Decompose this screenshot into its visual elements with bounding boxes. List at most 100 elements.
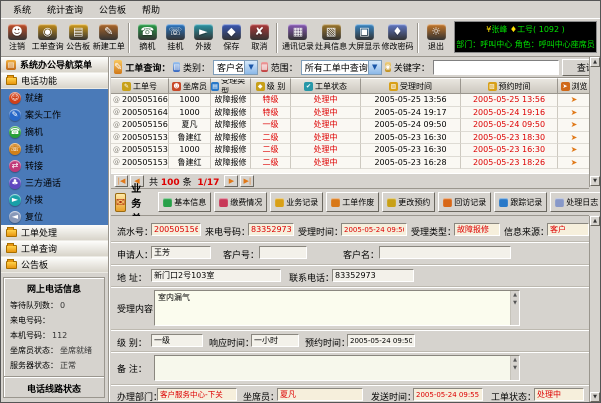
browse-pointer-icon[interactable]: ➤ bbox=[571, 158, 578, 167]
toolbar-hangup-button[interactable]: ☏挂机 bbox=[161, 23, 189, 53]
column-header-3[interactable]: ◆级 别 bbox=[251, 78, 291, 94]
response-time-field[interactable] bbox=[251, 334, 299, 347]
customer-no-field[interactable] bbox=[259, 246, 307, 259]
browse-pointer-icon[interactable]: ➤ bbox=[571, 120, 578, 129]
toolbar-logout-button[interactable]: ☻注销 bbox=[3, 23, 31, 53]
menu-item-1[interactable]: 统计查询 bbox=[39, 1, 91, 18]
keyword-input[interactable] bbox=[433, 60, 559, 75]
address-field[interactable] bbox=[151, 269, 281, 282]
table-row[interactable]: @2005051537 鲁建红 故障报修 二级 处理中 2005-05-23 1… bbox=[111, 157, 591, 170]
scroll-up-icon[interactable]: ▲ bbox=[590, 57, 600, 67]
browse-pointer-icon[interactable]: ➤ bbox=[571, 145, 578, 154]
toolbar-big-screen-button[interactable]: ▣大屏显示 bbox=[348, 23, 381, 53]
serial-field[interactable] bbox=[151, 223, 201, 236]
sidebar-item-hangup[interactable]: ☏挂机 bbox=[1, 140, 108, 157]
scrollbar[interactable]: ▲▼ bbox=[510, 356, 519, 380]
applicant-field[interactable] bbox=[151, 246, 211, 259]
column-header-7[interactable]: ➤浏览 bbox=[558, 78, 591, 94]
toolbar-new-order-button[interactable]: ✎新建工单 bbox=[92, 23, 125, 53]
toolbar-stove-info-button[interactable]: ▧灶具信息 bbox=[315, 23, 348, 53]
sidebar-group-3[interactable]: 公告板 bbox=[1, 257, 108, 273]
toolbar-order-search-button[interactable]: ◉工单查询 bbox=[31, 23, 64, 53]
content-textarea[interactable]: 室内漏气▲▼ bbox=[154, 290, 520, 326]
sidebar-group-1[interactable]: 工单处理 bbox=[1, 225, 108, 241]
cell-browse[interactable]: ➤ bbox=[558, 107, 591, 120]
appoint-time-field[interactable] bbox=[347, 334, 415, 347]
payment-status-button[interactable]: 缴费情况 bbox=[214, 192, 267, 212]
sidebar-item-three-way-call[interactable]: ♣三方通话 bbox=[1, 174, 108, 191]
column-header-0[interactable]: ✎工单号 bbox=[111, 78, 169, 94]
toolbar-exit-button[interactable]: ☼退出 bbox=[422, 23, 450, 53]
contact-phone-field[interactable] bbox=[332, 269, 414, 282]
cell-browse[interactable]: ➤ bbox=[558, 94, 591, 107]
menu-item-3[interactable]: 帮助 bbox=[134, 1, 168, 18]
toolbar-bulletin-button[interactable]: ▤公告板 bbox=[64, 23, 92, 53]
agent-field[interactable] bbox=[277, 388, 363, 401]
basic-info-button[interactable]: 基本信息 bbox=[158, 192, 211, 212]
sidebar-item-ready[interactable]: ☺就绪 bbox=[1, 89, 108, 106]
scope-select[interactable]: 所有工单中查询▼ bbox=[301, 60, 382, 75]
level-field[interactable] bbox=[151, 334, 203, 347]
send-time-field[interactable] bbox=[413, 388, 483, 401]
sidebar-group-0[interactable]: 电话功能 bbox=[1, 73, 108, 89]
column-header-5[interactable]: ▨受理时间 bbox=[361, 78, 461, 94]
column-header-1[interactable]: ☻坐席员 bbox=[169, 78, 211, 94]
table-row[interactable]: @2005051640 1000 故障报修 特级 处理中 2005-05-24 … bbox=[111, 107, 591, 120]
void-order-button[interactable]: 工单作废 bbox=[326, 192, 379, 212]
cell-appoint-time: 2005-05-23 18:30 bbox=[461, 132, 558, 145]
change-appointment-button[interactable]: 更改预约 bbox=[382, 192, 435, 212]
sidebar-item-offhook[interactable]: ☎摘机 bbox=[1, 123, 108, 140]
column-header-4[interactable]: ✔工单状态 bbox=[291, 78, 361, 94]
business-record-button[interactable]: 业务记录 bbox=[270, 192, 323, 212]
tracking-record-button[interactable]: 跟踪记录 bbox=[494, 192, 547, 212]
chevron-down-icon[interactable]: ▼ bbox=[368, 61, 381, 74]
menu-item-0[interactable]: 系统 bbox=[5, 1, 39, 18]
scroll-down-icon[interactable]: ▼ bbox=[590, 392, 600, 402]
form-scrollbar[interactable]: ▲ ▼ bbox=[589, 216, 600, 402]
scrollbar[interactable]: ▲▼ bbox=[510, 291, 519, 325]
toolbar-dialout-button[interactable]: ►外拨 bbox=[189, 23, 217, 53]
browse-pointer-icon[interactable]: ➤ bbox=[571, 95, 578, 104]
toolbar-change-password-button[interactable]: ♦修改密码 bbox=[381, 23, 414, 53]
column-header-2[interactable]: ▤受理类型 bbox=[211, 78, 251, 94]
table-row[interactable]: @2005051538 鲁建红 故障报修 二级 处理中 2005-05-23 1… bbox=[111, 132, 591, 145]
sidebar-item-transfer[interactable]: ⇄转接 bbox=[1, 157, 108, 174]
next-page-button[interactable]: ▶ bbox=[224, 175, 238, 187]
toolbar-offhook-button[interactable]: ☎摘机 bbox=[133, 23, 161, 53]
scroll-up-icon[interactable]: ▲ bbox=[590, 216, 600, 226]
process-log-button[interactable]: 处理日志 bbox=[550, 192, 601, 212]
accept-type-field[interactable] bbox=[454, 223, 500, 236]
cell-browse[interactable]: ➤ bbox=[558, 144, 591, 157]
dept-field[interactable] bbox=[157, 388, 237, 401]
menu-item-2[interactable]: 公告板 bbox=[91, 1, 134, 18]
first-page-button[interactable]: |◀ bbox=[114, 175, 128, 187]
scroll-down-icon[interactable]: ▼ bbox=[590, 176, 600, 186]
cell-browse[interactable]: ➤ bbox=[558, 119, 591, 132]
chevron-down-icon[interactable]: ▼ bbox=[244, 61, 257, 74]
sidebar-item-reset[interactable]: ◄复位 bbox=[1, 208, 108, 225]
category-select[interactable]: 客户名▼ bbox=[213, 60, 258, 75]
toolbar-save-button[interactable]: ◆保存 bbox=[217, 23, 245, 53]
last-page-button[interactable]: ▶| bbox=[240, 175, 254, 187]
source-field[interactable] bbox=[547, 223, 589, 236]
table-row[interactable]: @2005051539 1000 故障报修 二级 处理中 2005-05-23 … bbox=[111, 144, 591, 157]
cell-browse[interactable]: ➤ bbox=[558, 132, 591, 145]
cell-browse[interactable]: ➤ bbox=[558, 157, 591, 170]
column-header-6[interactable]: ▨预约时间 bbox=[461, 78, 558, 94]
browse-pointer-icon[interactable]: ➤ bbox=[571, 108, 578, 117]
status-field[interactable] bbox=[534, 388, 584, 401]
sidebar-item-desk-work[interactable]: ✎案头工作 bbox=[1, 106, 108, 123]
accept-time-field[interactable] bbox=[341, 223, 407, 236]
toolbar-comm-log-button[interactable]: ▦通讯记录 bbox=[281, 23, 314, 53]
table-row[interactable]: @2005051568 夏凡 故障报修 一级 处理中 2005-05-24 09… bbox=[111, 119, 591, 132]
toolbar-cancel-button[interactable]: ✘取消 bbox=[245, 23, 273, 53]
table-row[interactable]: @2005051661 1000 故障报修 特级 处理中 2005-05-25 … bbox=[111, 94, 591, 107]
sidebar-item-dialout[interactable]: ►外拨 bbox=[1, 191, 108, 208]
browse-pointer-icon[interactable]: ➤ bbox=[571, 133, 578, 142]
customer-name-field[interactable] bbox=[379, 246, 511, 259]
remark-textarea[interactable]: ▲▼ bbox=[154, 355, 520, 381]
callback-record-button[interactable]: 回访记录 bbox=[438, 192, 491, 212]
caller-field[interactable] bbox=[248, 223, 294, 236]
table-scrollbar[interactable]: ▲ ▼ bbox=[589, 57, 600, 187]
sidebar-group-2[interactable]: 工单查询 bbox=[1, 241, 108, 257]
